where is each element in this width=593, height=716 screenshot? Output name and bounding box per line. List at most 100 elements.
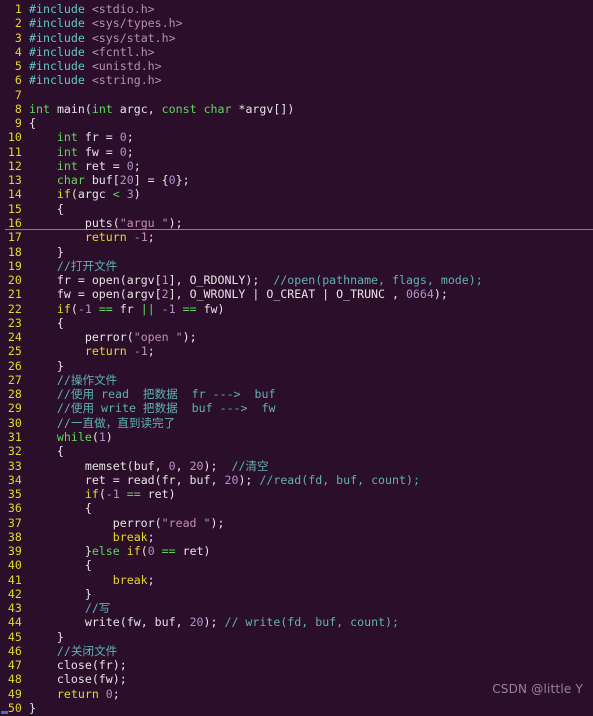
code-token: ret): [140, 487, 176, 502]
code-line-content[interactable]: //使用 write 把数据 buf ---> fw: [29, 401, 593, 415]
code-line-content[interactable]: memset(buf, 0, 20); //清空: [29, 459, 593, 473]
code-line-content[interactable]: if(-1 == ret): [29, 487, 593, 501]
code-line-content[interactable]: puts("argu ");: [29, 216, 593, 231]
code-line[interactable]: 50}: [0, 701, 593, 715]
code-line[interactable]: 6 #include <string.h>: [0, 73, 593, 87]
code-line-content[interactable]: while(1): [29, 430, 593, 444]
code-line[interactable]: 26 }: [0, 359, 593, 373]
code-line[interactable]: 7: [0, 88, 593, 102]
code-line[interactable]: 39 }else if(0 == ret): [0, 544, 593, 558]
code-line[interactable]: 36 {: [0, 501, 593, 515]
code-line[interactable]: 29 //使用 write 把数据 buf ---> fw: [0, 401, 593, 415]
code-line[interactable]: 15 {: [0, 202, 593, 216]
code-line-content[interactable]: //打开文件: [29, 259, 593, 273]
code-line-content[interactable]: ret = read(fr, buf, 20); //read(fd, buf,…: [29, 473, 593, 487]
code-line-content[interactable]: write(fw, buf, 20); // write(fd, buf, co…: [29, 615, 593, 629]
code-line-content[interactable]: //一直做，直到读完了: [29, 416, 593, 430]
code-line-content[interactable]: }: [29, 587, 593, 601]
code-line[interactable]: 20 fr = open(argv[1], O_RDONLY); //open(…: [0, 273, 593, 287]
code-line-content[interactable]: //使用 read 把数据 fr ---> buf: [29, 387, 593, 401]
code-line-content[interactable]: int fr = 0;: [29, 130, 593, 144]
code-line[interactable]: 30 //一直做，直到读完了: [0, 416, 593, 430]
code-line[interactable]: 27 //操作文件: [0, 373, 593, 387]
code-line[interactable]: 24 perror("open ");: [0, 330, 593, 344]
code-line-content[interactable]: char buf[20] = {0};: [29, 173, 593, 187]
code-line[interactable]: 2 #include <sys/types.h>: [0, 16, 593, 30]
code-line-content[interactable]: perror("read ");: [29, 516, 593, 530]
code-line[interactable]: 16 puts("argu ");: [0, 216, 593, 231]
code-line-content[interactable]: int main(int argc, const char *argv[]): [29, 102, 593, 116]
code-line[interactable]: 38 break;: [0, 530, 593, 544]
code-line-content[interactable]: int fw = 0;: [29, 145, 593, 159]
code-line-content[interactable]: return -1;: [29, 230, 593, 244]
code-line[interactable]: 23 {: [0, 316, 593, 330]
code-line-content[interactable]: }: [29, 701, 593, 715]
code-line[interactable]: 33 memset(buf, 0, 20); //清空: [0, 459, 593, 473]
code-line[interactable]: 22 if(-1 == fr || -1 == fw): [0, 302, 593, 316]
code-line-content[interactable]: break;: [29, 530, 593, 544]
code-line-content[interactable]: perror("open ");: [29, 330, 593, 344]
code-line-content[interactable]: }: [29, 630, 593, 644]
code-line-content[interactable]: fr = open(argv[1], O_RDONLY); //open(pat…: [29, 273, 593, 287]
code-line[interactable]: 46 //关闭文件: [0, 644, 593, 658]
code-line[interactable]: 14 if(argc < 3): [0, 187, 593, 201]
code-line[interactable]: 11 int fw = 0;: [0, 145, 593, 159]
code-line-content[interactable]: return -1;: [29, 344, 593, 358]
code-line-content[interactable]: if(-1 == fr || -1 == fw): [29, 302, 593, 316]
code-line[interactable]: 1 #include <stdio.h>: [0, 2, 593, 16]
code-line-content[interactable]: {: [29, 316, 593, 330]
code-line[interactable]: 45 }: [0, 630, 593, 644]
code-line[interactable]: 47 close(fr);: [0, 658, 593, 672]
code-line-content[interactable]: {: [29, 444, 593, 458]
code-line-content[interactable]: close(fr);: [29, 658, 593, 672]
code-line-content[interactable]: }: [29, 245, 593, 259]
code-line-content[interactable]: #include <fcntl.h>: [29, 45, 593, 59]
code-line-content[interactable]: #include <string.h>: [29, 73, 593, 87]
code-line-content[interactable]: break;: [29, 573, 593, 587]
code-line[interactable]: 9{: [0, 116, 593, 130]
code-lines-container[interactable]: 1 #include <stdio.h> 2 #include <sys/types.…: [0, 2, 593, 715]
code-line[interactable]: 5 #include <unistd.h>: [0, 59, 593, 73]
code-line-content[interactable]: [29, 88, 593, 102]
code-line[interactable]: 17 return -1;: [0, 230, 593, 244]
code-line[interactable]: 42 }: [0, 587, 593, 601]
code-line-content[interactable]: //写: [29, 601, 593, 615]
code-line[interactable]: 28 //使用 read 把数据 fr ---> buf: [0, 387, 593, 401]
code-line[interactable]: 19 //打开文件: [0, 259, 593, 273]
code-line[interactable]: 34 ret = read(fr, buf, 20); //read(fd, b…: [0, 473, 593, 487]
code-line[interactable]: 3 #include <sys/stat.h>: [0, 31, 593, 45]
code-line-content[interactable]: #include <stdio.h>: [29, 2, 593, 16]
code-line[interactable]: 10 int fr = 0;: [0, 130, 593, 144]
code-line-content[interactable]: fw = open(argv[2], O_WRONLY | O_CREAT | …: [29, 287, 593, 301]
code-line-content[interactable]: {: [29, 558, 593, 572]
code-line[interactable]: 18 }: [0, 245, 593, 259]
code-line-content[interactable]: #include <sys/stat.h>: [29, 31, 593, 45]
code-line[interactable]: 35 if(-1 == ret): [0, 487, 593, 501]
code-line[interactable]: 8 int main(int argc, const char *argv[]): [0, 102, 593, 116]
code-line-content[interactable]: {: [29, 116, 593, 130]
code-line[interactable]: 44 write(fw, buf, 20); // write(fd, buf,…: [0, 615, 593, 629]
code-line-content[interactable]: }: [29, 359, 593, 373]
code-line[interactable]: 37 perror("read ");: [0, 516, 593, 530]
code-editor[interactable]: 1 #include <stdio.h> 2 #include <sys/types.…: [0, 0, 593, 716]
code-line-content[interactable]: {: [29, 501, 593, 515]
code-line[interactable]: 21 fw = open(argv[2], O_WRONLY | O_CREAT…: [0, 287, 593, 301]
code-line-content[interactable]: if(argc < 3): [29, 187, 593, 201]
code-line[interactable]: 13 char buf[20] = {0};: [0, 173, 593, 187]
code-line-content[interactable]: int ret = 0;: [29, 159, 593, 173]
code-line-content[interactable]: {: [29, 202, 593, 216]
code-line[interactable]: 12 int ret = 0;: [0, 159, 593, 173]
code-line[interactable]: 31 while(1): [0, 430, 593, 444]
code-line[interactable]: 41 break;: [0, 573, 593, 587]
code-line[interactable]: 32 {: [0, 444, 593, 458]
code-line[interactable]: 25 return -1;: [0, 344, 593, 358]
code-line[interactable]: 40 {: [0, 558, 593, 572]
code-line-content[interactable]: }else if(0 == ret): [29, 544, 593, 558]
code-line-content[interactable]: #include <sys/types.h>: [29, 16, 593, 30]
code-line-content[interactable]: //操作文件: [29, 373, 593, 387]
code-line-content[interactable]: //关闭文件: [29, 644, 593, 658]
code-line[interactable]: 4 #include <fcntl.h>: [0, 45, 593, 59]
code-line[interactable]: 43 //写: [0, 601, 593, 615]
code-line-content[interactable]: #include <unistd.h>: [29, 59, 593, 73]
